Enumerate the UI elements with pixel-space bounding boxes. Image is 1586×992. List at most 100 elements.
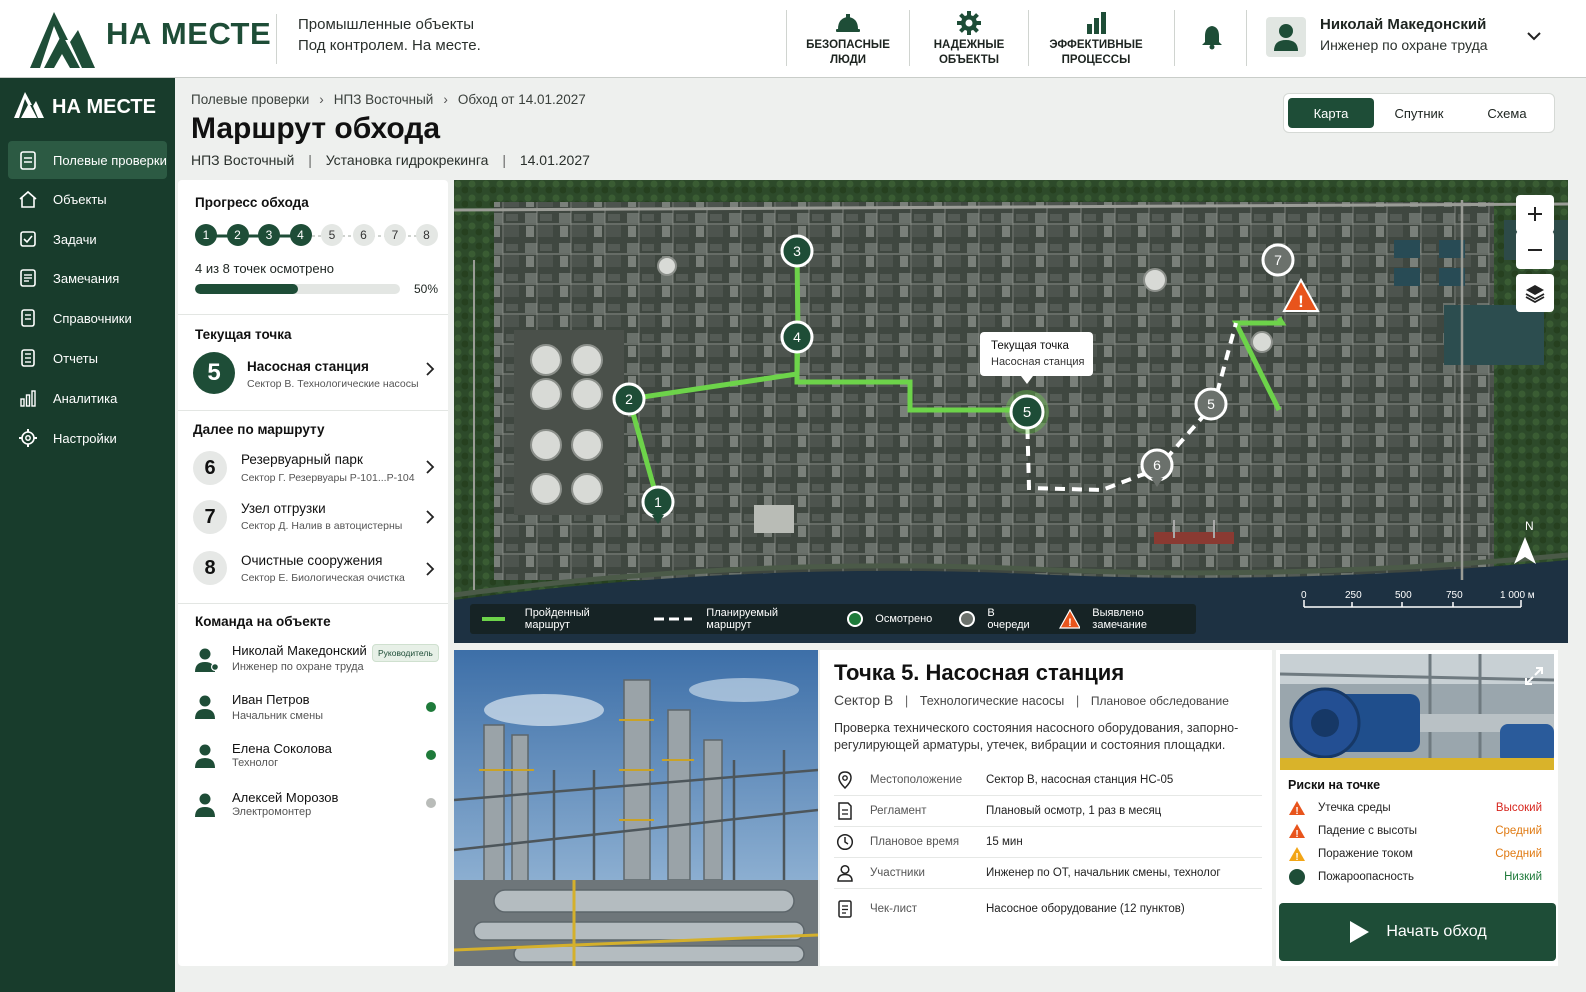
zoom-out-button[interactable] <box>1516 231 1554 269</box>
sidebar-item-tasks[interactable]: Задачи <box>8 220 167 258</box>
nav-safe-people[interactable]: БЕЗОПАСНЫЕ ЛЮДИ <box>794 10 902 68</box>
tab-satellite[interactable]: Спутник <box>1376 98 1462 128</box>
user-name[interactable]: Николай Македонский <box>1320 16 1486 33</box>
sidebar-item-objects[interactable]: Объекты <box>8 180 167 218</box>
sidebar-item-references[interactable]: Справочники <box>8 299 167 337</box>
start-round-button[interactable]: Начать обход <box>1279 903 1556 961</box>
location-icon <box>838 771 852 789</box>
nav-reliable-objects[interactable]: НАДЕЖНЫЕ ОБЪЕКТЫ <box>916 10 1022 68</box>
progress-step: 6 <box>352 224 375 246</box>
sidebar-item-label: Объекты <box>53 191 107 207</box>
legend-label: В очереди <box>987 607 1030 631</box>
tab-scheme[interactable]: Схема <box>1464 98 1550 128</box>
brand-logo-icon[interactable] <box>30 12 95 68</box>
person-icon <box>195 695 215 719</box>
progress-percent: 50% <box>414 282 439 296</box>
map-marker[interactable]: 2 <box>612 382 646 416</box>
route-item[interactable]: 6 Резервуарный парк Сектор Г. Резервуары… <box>178 448 448 488</box>
svg-text:!: ! <box>1298 292 1304 311</box>
point-sector: Сектор В <box>834 692 894 708</box>
user-avatar[interactable] <box>1266 17 1306 57</box>
layers-button[interactable] <box>1516 274 1554 312</box>
team-member-name: Алексей Морозов <box>232 790 339 805</box>
chevron-down-icon[interactable] <box>1526 28 1542 44</box>
satellite-map-image[interactable]: 1 2 3 4 5 5 6 7 ! Текущая точка Насосная… <box>454 180 1568 643</box>
marker-label: 5 <box>1023 404 1031 421</box>
progress-step: 1 <box>195 224 217 246</box>
risk-level: Высокий <box>1495 802 1542 814</box>
map-marker[interactable]: 5 <box>1194 387 1228 421</box>
chevron-right-icon <box>426 362 435 376</box>
current-point-number: 5 <box>193 352 235 394</box>
risk-name: Поражение током <box>1318 848 1413 860</box>
scale-label: 0 <box>1301 590 1307 601</box>
pump-photo[interactable] <box>1280 654 1554 770</box>
expand-icon[interactable] <box>1524 666 1544 686</box>
map-marker-current[interactable]: 5 <box>1005 390 1049 434</box>
detail-row: Плановое время 15 мин <box>834 827 1262 858</box>
sidebar-item-label: Замечания <box>53 270 120 286</box>
map-marker[interactable]: 4 <box>780 320 814 354</box>
risk-item: ! Падение с высоты Средний <box>1288 822 1542 840</box>
breadcrumb-item[interactable]: НПЗ Восточный <box>334 92 434 107</box>
detail-value: Сектор В, насосная станция НС-05 <box>986 774 1174 786</box>
zoom-in-button[interactable] <box>1516 195 1554 233</box>
map-marker[interactable]: 3 <box>780 234 814 268</box>
point-photo[interactable] <box>454 650 818 966</box>
team-member[interactable]: Елена Соколова Технолог <box>178 739 448 775</box>
divider <box>909 10 910 66</box>
warning-icon: ! <box>1059 609 1081 629</box>
checklist-icon <box>838 899 852 918</box>
sidebar-item-reports[interactable]: Отчеты <box>8 339 167 377</box>
brand-name[interactable]: НА МЕСТЕ <box>106 16 271 52</box>
nav-label: НАДЕЖНЫЕ ОБЪЕКТЫ <box>933 39 1005 66</box>
detail-value: Инженер по ОТ, начальник смены, технолог <box>986 867 1221 879</box>
route-item-name: Очистные сооружения <box>241 553 383 568</box>
sidebar-item-analytics[interactable]: Аналитика <box>8 379 167 417</box>
team-title: Команда на объекте <box>195 614 331 629</box>
route-item-number: 6 <box>193 451 227 485</box>
route-item[interactable]: 8 Очистные сооружения Сектор Е. Биологич… <box>178 548 448 588</box>
sidebar-item-field-checks[interactable]: Полевые проверки <box>8 141 167 179</box>
offline-status-dot <box>426 798 436 808</box>
route-item[interactable]: 7 Узел отгрузки Сектор Д. Налив в автоци… <box>178 497 448 537</box>
team-member[interactable]: Николай Македонский Инженер по охране тр… <box>178 640 448 680</box>
marker-label: 3 <box>793 243 801 259</box>
divider <box>178 410 448 411</box>
book-icon <box>21 309 35 327</box>
progress-step: 5 <box>321 224 343 246</box>
done-route-swatch <box>482 617 505 621</box>
marker-label: 5 <box>1207 396 1215 412</box>
nav-efficient-processes[interactable]: ЭФФЕКТИВНЫЕ ПРОЦЕССЫ <box>1036 10 1156 68</box>
current-point-card[interactable]: 5 Насосная станция Сектор В. Технологиче… <box>178 348 448 402</box>
breadcrumb-item: Обход от 14.01.2027 <box>457 92 586 107</box>
route-map[interactable]: 1 2 3 4 5 5 6 7 ! Текущая точка Насосная… <box>454 180 1568 643</box>
team-member[interactable]: Иван Петров Начальник смены <box>178 690 448 726</box>
breadcrumb-item[interactable]: Полевые проверки <box>191 92 309 107</box>
route-item-sector: Сектор Д. Налив в автоцистерны <box>241 520 403 532</box>
tab-map[interactable]: Карта <box>1288 98 1374 128</box>
divider <box>178 314 448 315</box>
brand-logo-icon[interactable] <box>14 92 44 118</box>
chevron-right-icon: › <box>319 92 324 107</box>
play-icon <box>1350 921 1370 943</box>
sidebar-item-remarks[interactable]: Замечания <box>8 259 167 297</box>
minus-icon <box>1528 249 1542 251</box>
settings-icon <box>19 429 37 447</box>
document-icon <box>838 802 852 820</box>
refinery-photo-image <box>454 650 818 966</box>
team-member[interactable]: Алексей Морозов Электромонтер <box>178 788 448 824</box>
divider <box>276 14 277 64</box>
map-marker[interactable]: 7 <box>1261 243 1295 277</box>
team-member-name: Елена Соколова <box>232 741 332 756</box>
detail-row: Регламент Плановый осмотр, 1 раз в месяц <box>834 796 1262 827</box>
detail-value: Плановый осмотр, 1 раз в месяц <box>986 805 1162 817</box>
sidebar-item-settings[interactable]: Настройки <box>8 419 167 457</box>
risk-level: Средний <box>1495 848 1542 860</box>
notifications-bell-icon[interactable] <box>1200 24 1224 50</box>
sidebar-brand[interactable]: НА МЕСТЕ <box>52 96 156 119</box>
nav-label: ЭФФЕКТИВНЫЕ ПРОЦЕССЫ <box>1049 39 1143 66</box>
risk-level: Средний <box>1495 825 1542 837</box>
marker-label: 2 <box>625 391 633 407</box>
sidebar-item-label: Настройки <box>53 430 117 446</box>
